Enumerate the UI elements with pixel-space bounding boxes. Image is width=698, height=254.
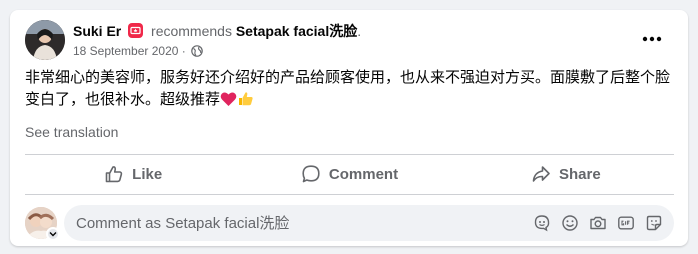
page-name-link[interactable]: Setapak facial洗脸 [236,23,357,39]
sticker-icon[interactable] [640,209,668,237]
more-options-icon[interactable] [636,25,668,53]
comment-button[interactable]: Comment [241,156,457,192]
author-avatar[interactable] [25,20,65,60]
actions-divider-top [25,154,674,155]
comment-label: Comment [328,165,399,183]
post-actions-bar: Like Comment Share [25,156,674,192]
actions-divider-bottom [25,194,674,195]
author-name[interactable]: Suki Er [73,23,121,39]
emoji-icon[interactable] [556,209,584,237]
see-translation-link[interactable]: See translation [25,124,118,140]
share-label: Share [558,165,601,183]
recommends-text: recommends [151,23,232,39]
post-card: Suki Er recommends Setapak facial洗脸. 18 … [10,10,688,246]
comment-box [64,205,674,241]
thumbs-up-icon [105,166,123,183]
heart-emoji [220,91,237,113]
recommend-icon [128,23,144,38]
comment-input[interactable] [76,205,496,241]
globe-icon[interactable] [191,45,203,61]
like-button[interactable]: Like [25,156,241,192]
share-button[interactable]: Share [458,156,674,192]
comment-icon [302,165,320,183]
avatar-sticker-icon[interactable] [528,209,556,237]
title-period: . [357,23,362,39]
post-date[interactable]: 18 September 2020 [73,44,178,58]
post-meta: 18 September 2020 · [73,43,203,61]
like-label: Like [132,165,163,183]
camera-icon[interactable] [584,209,612,237]
gif-icon[interactable] [612,209,640,237]
post-body-text: 非常细心的美容师，服务好还介绍好的产品给顾客使用，也从来不强迫对方买。面膜敷了后… [25,68,671,108]
chevron-down-icon[interactable] [46,227,60,241]
share-icon [532,166,550,182]
thumbs-up-emoji [237,90,254,113]
meta-separator: · [181,44,186,58]
post-body: 非常细心的美容师，服务好还介绍好的产品给顾客使用，也从来不强迫对方买。面膜敷了后… [25,66,677,113]
post-title-line: Suki Er recommends Setapak facial洗脸. [73,22,361,40]
comment-tools [528,205,668,241]
comment-composer [25,205,674,241]
post-header: Suki Er recommends Setapak facial洗脸. 18 … [25,19,674,63]
